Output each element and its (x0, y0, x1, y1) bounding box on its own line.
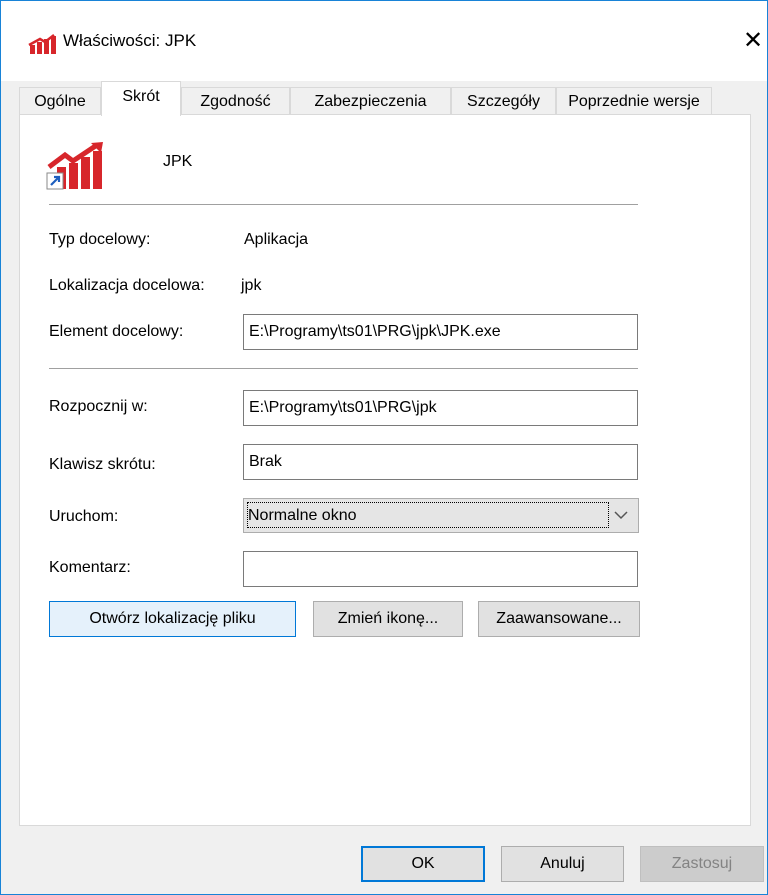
change-icon-button[interactable]: Zmień ikonę... (313, 601, 463, 637)
target-type-value: Aplikacja (244, 231, 309, 248)
advanced-button[interactable]: Zaawansowane... (478, 601, 640, 637)
run-label: Uruchom: (49, 508, 119, 525)
chart-up-icon (46, 142, 103, 190)
tab-shortcut[interactable]: Skrót (101, 81, 181, 116)
target-location-label: Lokalizacja docelowa: (49, 277, 205, 294)
open-file-location-button[interactable]: Otwórz lokalizację pliku (49, 601, 296, 637)
tab-strip: Ogólne Skrót Zgodność Zabezpieczenia Szc… (19, 81, 759, 116)
divider (49, 368, 638, 369)
tab-compatibility[interactable]: Zgodność (181, 87, 290, 115)
run-select-value: Normalne okno (248, 507, 357, 524)
close-icon[interactable]: ✕ (739, 25, 767, 55)
target-location-value: jpk (241, 277, 262, 294)
apply-button[interactable]: Zastosuj (640, 846, 764, 882)
start-in-field[interactable]: E:\Programy\ts01\PRG\jpk (243, 390, 638, 426)
shortcut-name: JPK (163, 153, 193, 170)
tab-previous-versions[interactable]: Poprzednie wersje (556, 87, 712, 115)
chevron-down-icon (614, 511, 628, 520)
tab-security[interactable]: Zabezpieczenia (290, 87, 451, 115)
shortcut-key-field[interactable]: Brak (243, 444, 638, 480)
target-type-label: Typ docelowy: (49, 231, 151, 248)
comment-label: Komentarz: (49, 559, 131, 576)
ok-button[interactable]: OK (361, 846, 485, 882)
shortcut-key-label: Klawisz skrótu: (49, 456, 156, 473)
tab-general[interactable]: Ogólne (19, 87, 101, 115)
divider (49, 204, 638, 205)
comment-field[interactable] (243, 551, 638, 587)
cancel-button[interactable]: Anuluj (501, 846, 624, 882)
start-in-label: Rozpocznij w: (49, 398, 148, 415)
properties-dialog: Właściwości: JPK ✕ Ogólne Skrót Zgodność… (0, 0, 768, 895)
app-chart-icon (28, 34, 56, 54)
target-field[interactable]: E:\Programy\ts01\PRG\jpk\JPK.exe (243, 314, 638, 350)
title-bar[interactable]: Właściwości: JPK ✕ (1, 1, 767, 81)
window-title: Właściwości: JPK (63, 31, 197, 50)
run-select[interactable]: Normalne okno (243, 498, 639, 533)
target-label: Element docelowy: (49, 323, 184, 340)
tab-details[interactable]: Szczegóły (451, 87, 556, 115)
